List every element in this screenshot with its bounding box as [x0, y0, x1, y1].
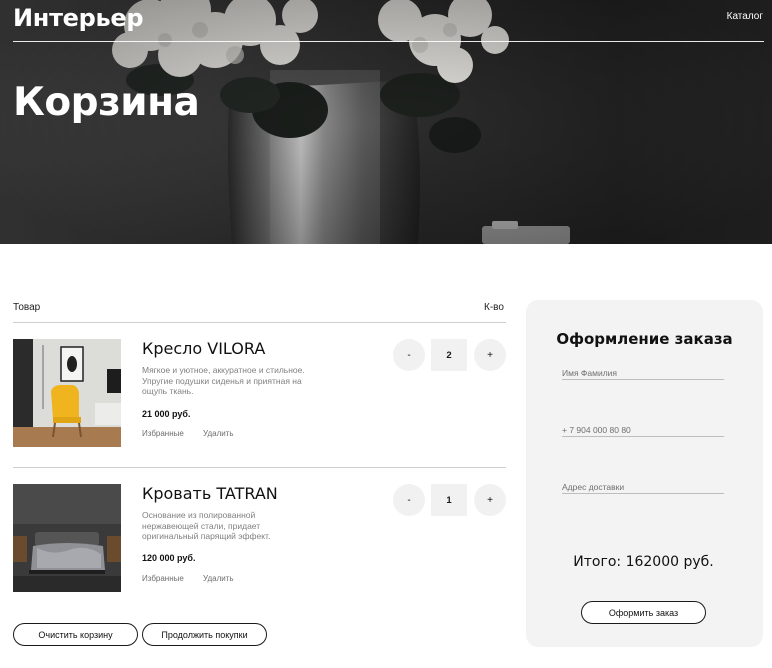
increase-qty-button[interactable]: +: [474, 484, 506, 516]
product-image-chair[interactable]: [13, 339, 121, 447]
product-name[interactable]: Кресло VILORA: [142, 339, 265, 358]
order-total: Итого: 162000 руб.: [573, 554, 714, 570]
item-divider: [13, 467, 506, 468]
qty-value[interactable]: 2: [431, 339, 467, 371]
column-header-product: Товар: [13, 302, 41, 313]
increase-qty-button[interactable]: +: [474, 339, 506, 371]
add-to-favorites-link[interactable]: Избранные: [142, 574, 184, 583]
continue-shopping-button[interactable]: Продолжить покупки: [142, 623, 267, 646]
nav-catalog-link[interactable]: Каталог: [727, 11, 763, 22]
page-title: Корзина: [13, 80, 200, 125]
order-panel: Оформление заказа Итого: 162000 руб. Офо…: [526, 300, 763, 647]
address-field[interactable]: [562, 480, 724, 494]
full-name-field[interactable]: [562, 366, 724, 380]
table-divider: [13, 322, 506, 323]
product-description: Мягкое и уютное, аккуратное и стильное. …: [142, 365, 305, 396]
product-price: 21 000 руб.: [142, 409, 191, 419]
add-to-favorites-link[interactable]: Избранные: [142, 429, 184, 438]
remove-item-link[interactable]: Удалить: [203, 574, 234, 583]
order-title: Оформление заказа: [556, 330, 733, 348]
header-divider: [13, 41, 764, 42]
remove-item-link[interactable]: Удалить: [203, 429, 234, 438]
clear-cart-button[interactable]: Очистить корзину: [13, 623, 138, 646]
cart-item: Кресло VILORA Мягкое и уютное, аккуратно…: [13, 339, 506, 447]
product-price: 120 000 руб.: [142, 553, 196, 563]
cart-item: Кровать TATRAN Основание из полированной…: [13, 484, 506, 592]
product-description: Основание из полированной нержавеющей ст…: [142, 510, 271, 541]
qty-value[interactable]: 1: [431, 484, 467, 516]
decrease-qty-button[interactable]: -: [393, 484, 425, 516]
hero-banner: Интерьер Каталог Корзина: [0, 0, 772, 244]
column-header-qty: К-во: [484, 302, 504, 313]
decrease-qty-button[interactable]: -: [393, 339, 425, 371]
brand-logo[interactable]: Интерьер: [13, 4, 144, 32]
phone-field[interactable]: [562, 423, 724, 437]
product-image-bed[interactable]: [13, 484, 121, 592]
checkout-button[interactable]: Оформить заказ: [581, 601, 706, 624]
product-name[interactable]: Кровать TATRAN: [142, 484, 278, 503]
